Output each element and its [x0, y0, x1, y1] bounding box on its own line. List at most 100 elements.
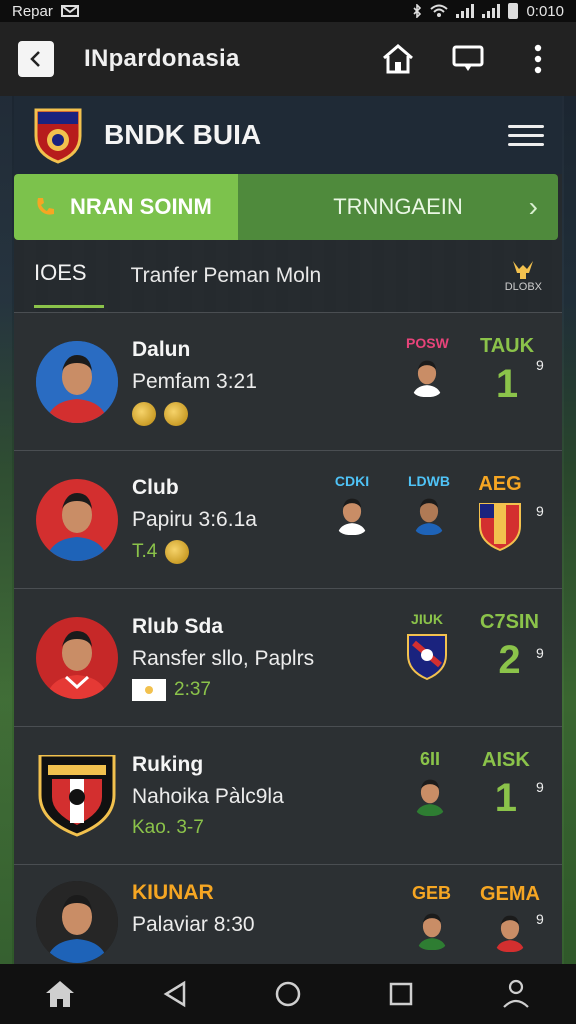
- app-title: INpardonasia: [84, 45, 240, 72]
- club-crest-icon: [34, 108, 82, 164]
- chevron-right-icon: ›: [528, 191, 538, 222]
- main-panel: BNDK BUIA NRAN SOINM TRNNGAEIN › IOES Tr…: [14, 96, 562, 968]
- avatar: [36, 478, 118, 561]
- col-3: C7SIN 2: [480, 611, 539, 680]
- back-button[interactable]: [18, 41, 54, 77]
- sub-badge[interactable]: DLOBX: [505, 259, 542, 293]
- more-button[interactable]: [518, 39, 558, 79]
- coin-icon: [164, 401, 188, 426]
- mini-player-icon: [495, 915, 525, 952]
- club-header: BNDK BUIA: [14, 96, 562, 174]
- item-line: Palaviar 8:30: [132, 913, 255, 936]
- tab-active-label: NRAN SOINM: [70, 194, 212, 219]
- crest-icon: [407, 634, 447, 681]
- club-title: BNDK BUIA: [104, 119, 262, 150]
- nav-back-icon[interactable]: [162, 980, 188, 1008]
- system-nav-bar: [0, 964, 576, 1024]
- tab-active[interactable]: NRAN SOINM: [14, 174, 238, 240]
- stat-header: AEG: [478, 473, 522, 495]
- signal-icon: [456, 4, 475, 18]
- tab-other-label: TRNNGAEIN: [333, 194, 463, 219]
- item-name: KIUNAR: [132, 881, 214, 904]
- tab-other[interactable]: TRNNGAEIN ›: [238, 174, 558, 240]
- bluetooth-icon: [413, 4, 422, 18]
- item-meta: Kao. 3-7: [132, 817, 332, 839]
- club-badge-icon: [38, 754, 116, 837]
- avatar: [36, 340, 118, 423]
- stat-value: 1: [494, 776, 518, 820]
- nav-circle-icon[interactable]: [274, 980, 302, 1008]
- sub-title: Tranfer Peman Moln: [130, 264, 322, 287]
- coin-icon: [132, 401, 156, 426]
- more-vert-icon: [534, 44, 542, 74]
- list-item[interactable]: KIUNAR Palaviar 8:30 GEB GEMA 9: [14, 864, 562, 968]
- col-3: AEG: [478, 473, 522, 552]
- list-item[interactable]: Club Papiru 3:6.1a T.4 CDKI LDWB AEG 9: [14, 450, 562, 588]
- battery-icon: [508, 3, 519, 19]
- sub-header: IOES Tranfer Peman Moln DLOBX: [14, 240, 562, 312]
- stat-value: 1: [495, 362, 519, 406]
- stat-sup: 9: [536, 645, 544, 661]
- stat-value: 2: [498, 638, 521, 682]
- item-name: Dalun: [132, 337, 191, 361]
- home-button[interactable]: [378, 39, 418, 79]
- item-name: Rlub Sda: [132, 614, 224, 638]
- col-label: GEB: [412, 883, 452, 903]
- stat-header: C7SIN: [480, 611, 539, 633]
- back-icon: [30, 51, 40, 67]
- nav-profile-icon[interactable]: [499, 977, 533, 1011]
- status-bar: Repar 0:010: [0, 0, 576, 22]
- item-meta-text: Kao. 3-7: [132, 816, 204, 838]
- item-meta: [132, 401, 332, 426]
- menu-button[interactable]: [508, 124, 544, 146]
- stat-sup: 9: [536, 779, 544, 795]
- mini-player-icon: [412, 360, 442, 397]
- stat-sup: 9: [536, 357, 544, 373]
- list-item[interactable]: Dalun Pemfam 3:21 POSW TAUK 1 9: [14, 312, 562, 450]
- sub-badge-label: DLOBX: [504, 281, 542, 293]
- stat-header: AISK: [482, 749, 530, 771]
- item-meta: T.4: [132, 539, 332, 564]
- item-meta-text: 2:37: [174, 678, 211, 700]
- col-3: TAUK 1: [480, 335, 534, 404]
- col-1: 6II: [412, 749, 448, 816]
- phone-icon: [37, 198, 54, 215]
- cast-button[interactable]: [448, 39, 488, 79]
- list-item[interactable]: Ruking Nahoika Pàlc9la Kao. 3-7 6II AISK…: [14, 726, 562, 864]
- mini-player-icon: [415, 779, 445, 816]
- coin-icon: [165, 539, 190, 564]
- player-photo: [36, 478, 118, 561]
- player-photo: [36, 616, 118, 699]
- flag-icon: [132, 678, 166, 701]
- col-label: CDKI: [334, 473, 370, 489]
- item-meta-text: T.4: [132, 540, 158, 562]
- stat-header: TAUK: [480, 335, 535, 357]
- col-1: POSW: [406, 335, 449, 397]
- list-item[interactable]: Rlub Sda Ransfer sllo, Paplrs 2:37 JIUK …: [14, 588, 562, 726]
- nav-square-icon[interactable]: [388, 981, 414, 1007]
- app-bar: INpardonasia: [0, 22, 576, 96]
- player-photo: [36, 881, 118, 963]
- mini-player-icon: [337, 498, 367, 535]
- item-line: Nahoika Pàlc9la: [132, 784, 284, 808]
- mini-player-icon: [416, 913, 447, 950]
- status-time: 0:010: [526, 2, 564, 20]
- col-1: GEB: [412, 883, 451, 950]
- col-3: AISK 1: [482, 749, 530, 818]
- mini-player-icon: [414, 498, 444, 535]
- mail-icon: [60, 5, 79, 17]
- nav-home-icon[interactable]: [43, 979, 77, 1009]
- sub-tab[interactable]: IOES: [34, 260, 104, 308]
- item-line: Papiru 3:6.1a: [132, 507, 257, 531]
- tab-row: NRAN SOINM TRNNGAEIN ›: [14, 174, 562, 240]
- col-label: JIUK: [411, 611, 443, 627]
- cast-icon: [452, 45, 484, 71]
- home-icon: [383, 44, 413, 74]
- item-name: Club: [132, 475, 179, 499]
- shield-icon: [479, 503, 521, 552]
- col-1: CDKI: [334, 473, 370, 535]
- col-2: LDWB: [408, 473, 450, 535]
- menu-icon: [508, 124, 544, 128]
- col-label: LDWB: [408, 473, 450, 489]
- stat-sup: 9: [536, 503, 544, 519]
